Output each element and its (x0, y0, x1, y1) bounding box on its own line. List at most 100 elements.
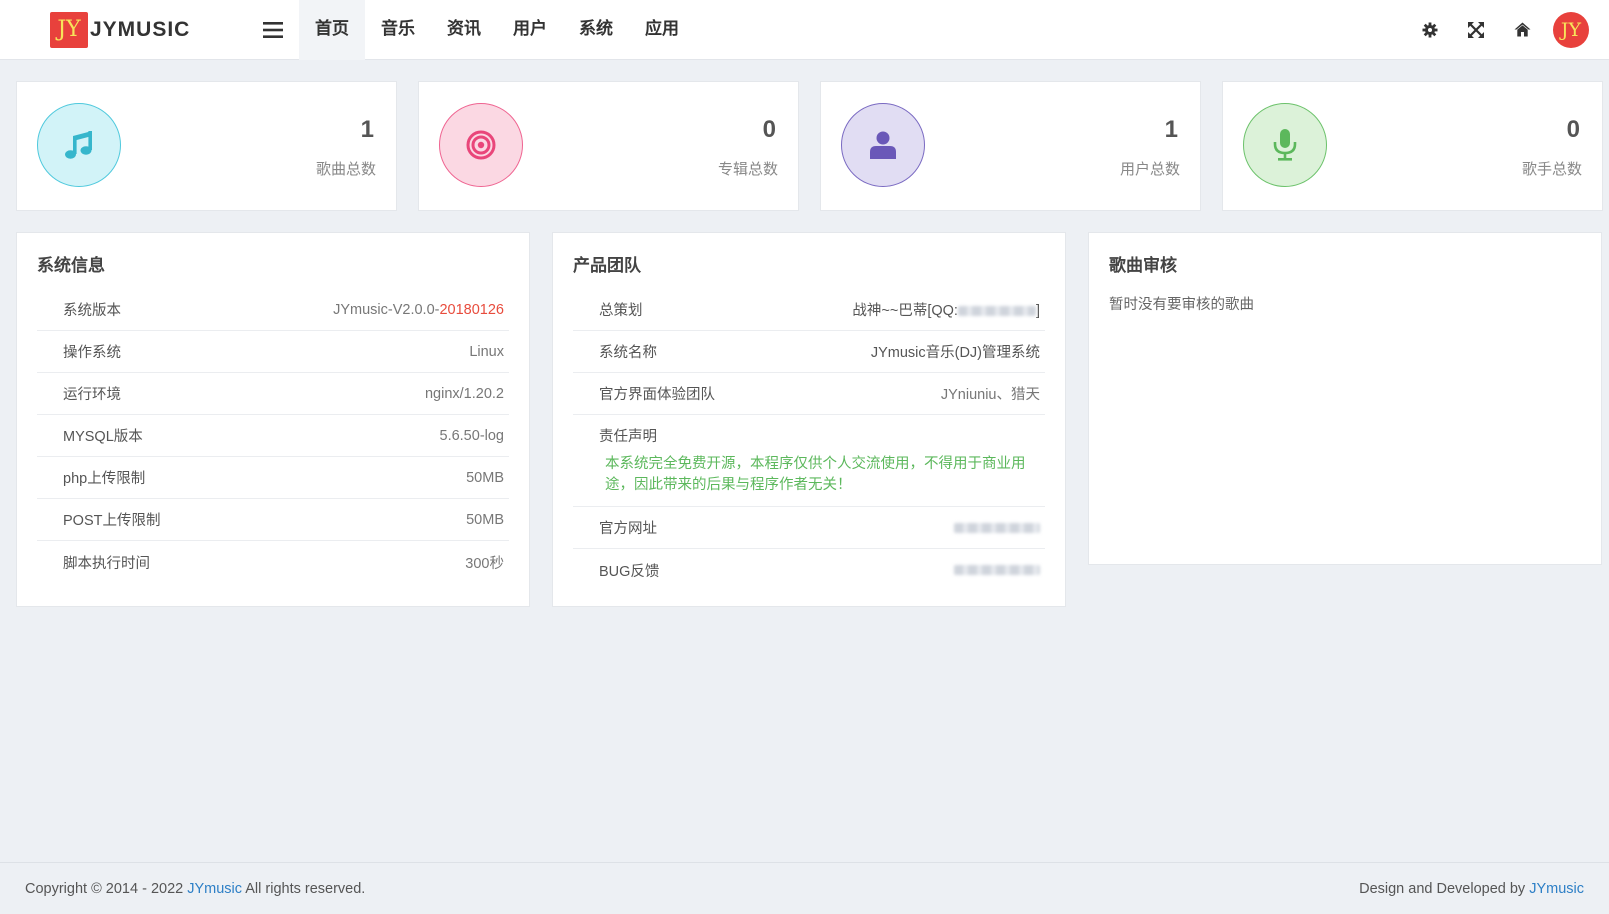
footer: Copyright © 2014 - 2022 JYmusic All righ… (0, 862, 1609, 914)
info-value: JYmusic-V2.0.0-20180126 (333, 302, 504, 318)
info-row-os: 操作系统 Linux (37, 331, 509, 373)
info-key: php上传限制 (63, 471, 146, 487)
empty-review-text: 暂时没有要审核的歌曲 (1109, 297, 1254, 313)
stat-label: 歌曲总数 (315, 161, 376, 178)
top-navbar: JY JYMUSIC 首页 音乐 资讯 用户 系统 应用 JY (0, 0, 1609, 60)
fullscreen-button[interactable] (1453, 7, 1499, 53)
header-tools: JY (1407, 0, 1589, 60)
team-row-ui-team: 官方界面体验团队 JYniuniu、猎天 (573, 373, 1045, 415)
main-nav: 首页 音乐 资讯 用户 系统 应用 (299, 0, 695, 60)
info-value: 50MB (466, 511, 504, 528)
nav-home[interactable]: 首页 (299, 0, 365, 60)
copyright-prefix: Copyright © 2014 - 2022 (25, 880, 188, 897)
redacted-bug-link[interactable] (954, 565, 1040, 575)
stat-card-singers: 0 歌手总数 (1222, 81, 1603, 211)
design-prefix: Design and Developed by (1359, 880, 1530, 897)
panel-title: 产品团队 (573, 256, 641, 275)
team-row-bug: BUG反馈 (573, 549, 1045, 591)
stat-icon-circle (1243, 103, 1327, 187)
design-credit: Design and Developed by JYmusic (1359, 881, 1584, 897)
menu-toggle-button[interactable] (255, 0, 291, 60)
info-row-exec-time: 脚本执行时间 300秒 (37, 541, 509, 583)
team-key: 官方界面体验团队 (599, 387, 715, 403)
stat-label: 用户总数 (1119, 161, 1180, 178)
stat-icon-circle (841, 103, 925, 187)
statement-text: 本系统完全免费开源，本程序仅供个人交流使用，不得用于商业用途，因此带来的后果与程… (605, 456, 1026, 493)
stat-icon-circle (439, 103, 523, 187)
fullscreen-icon (1468, 21, 1484, 38)
user-avatar[interactable]: JY (1553, 11, 1589, 48)
version-date: 20180126 (439, 301, 504, 318)
planner-bracket: ] (1035, 303, 1040, 319)
stat-card-songs: 1 歌曲总数 (16, 81, 397, 211)
info-key: 脚本执行时间 (63, 555, 150, 572)
info-row-env: 运行环境 nginx/1.20.2 (37, 373, 509, 415)
info-value: nginx/1.20.2 (424, 385, 504, 402)
team-key: 系统名称 (599, 345, 657, 361)
info-value: 5.6.50-log (439, 427, 505, 444)
team-row-system-name: 系统名称 JYmusic音乐(DJ)管理系统 (573, 331, 1045, 373)
stat-label: 专辑总数 (717, 161, 778, 178)
info-key: POST上传限制 (63, 513, 161, 529)
nav-system[interactable]: 系统 (563, 0, 629, 60)
info-key: 运行环境 (63, 387, 121, 403)
product-team-panel: 产品团队 总策划 战神~~巴蒂[QQ:] 系统名称 JYmusic音乐(DJ)管… (552, 232, 1066, 607)
team-list: 总策划 战神~~巴蒂[QQ:] 系统名称 JYmusic音乐(DJ)管理系统 官… (573, 289, 1045, 591)
team-value: JYniuniu、猎天 (940, 387, 1040, 403)
info-value: 50MB (466, 469, 504, 486)
stat-value: 1 (1164, 116, 1178, 143)
nav-users[interactable]: 用户 (497, 0, 563, 60)
info-row-php-upload: php上传限制 50MB (37, 457, 509, 499)
microphone-icon (1273, 129, 1297, 161)
nav-music[interactable]: 音乐 (365, 0, 431, 60)
team-value: JYmusic音乐(DJ)管理系统 (870, 345, 1040, 361)
panel-title: 系统信息 (37, 256, 105, 275)
settings-button[interactable] (1407, 7, 1453, 53)
panel-title: 歌曲审核 (1109, 256, 1177, 275)
system-info-panel: 系统信息 系统版本 JYmusic-V2.0.0-20180126 操作系统 L… (16, 232, 530, 607)
stat-icon-circle (37, 103, 121, 187)
info-row-post-upload: POST上传限制 50MB (37, 499, 509, 541)
brand-name: JYMUSIC (90, 17, 191, 41)
info-value: 300秒 (465, 555, 504, 572)
info-key: MYSQL版本 (63, 429, 143, 445)
team-row-website: 官方网址 (573, 507, 1045, 549)
brand[interactable]: JY JYMUSIC (50, 11, 255, 48)
info-key: 操作系统 (63, 345, 121, 361)
copyright-suffix: All rights reserved. (242, 880, 366, 897)
hamburger-icon (263, 21, 283, 38)
planner-name: 战神~~巴蒂[QQ: (852, 303, 958, 319)
nav-news[interactable]: 资讯 (431, 0, 497, 60)
user-icon (870, 131, 896, 159)
team-row-planner: 总策划 战神~~巴蒂[QQ:] (573, 289, 1045, 331)
stat-value: 1 (360, 116, 374, 143)
brand-logo: JY (50, 11, 88, 48)
redacted-website-link[interactable] (954, 522, 1040, 533)
info-value: Linux (469, 343, 504, 360)
team-key: 责任声明 (599, 429, 657, 445)
redacted-qq (957, 306, 1036, 317)
system-info-list: 系统版本 JYmusic-V2.0.0-20180126 操作系统 Linux … (37, 289, 509, 583)
team-key: BUG反馈 (599, 563, 660, 580)
info-row-version: 系统版本 JYmusic-V2.0.0-20180126 (37, 289, 509, 331)
team-key: 官方网址 (599, 521, 657, 537)
team-key: 总策划 (599, 303, 643, 319)
stat-card-users: 1 用户总数 (820, 81, 1201, 211)
song-review-panel: 歌曲审核 暂时没有要审核的歌曲 (1088, 232, 1602, 565)
team-value: 战神~~巴蒂[QQ:] (852, 299, 1040, 320)
music-note-icon (65, 131, 92, 159)
nav-apps[interactable]: 应用 (629, 0, 695, 60)
home-icon (1514, 22, 1530, 37)
stat-label: 歌手总数 (1521, 161, 1582, 178)
copyright-link[interactable]: JYmusic (187, 881, 242, 897)
version-text: JYmusic-V2.0.0- (333, 301, 440, 318)
stat-value: 0 (762, 116, 776, 143)
home-button[interactable] (1499, 7, 1545, 53)
team-row-statement: 责任声明 本系统完全免费开源，本程序仅供个人交流使用，不得用于商业用途，因此带来… (573, 415, 1045, 507)
target-icon (466, 130, 496, 160)
gear-icon (1422, 22, 1438, 37)
info-key: 系统版本 (63, 303, 121, 319)
stat-value: 0 (1566, 116, 1580, 143)
design-link[interactable]: JYmusic (1529, 881, 1584, 897)
copyright: Copyright © 2014 - 2022 JYmusic All righ… (25, 881, 365, 897)
